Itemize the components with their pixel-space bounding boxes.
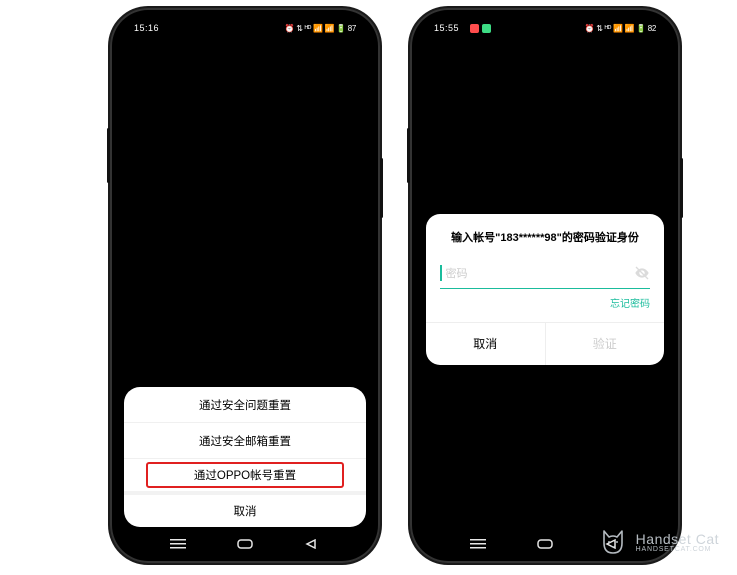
nav-home-icon[interactable] (536, 539, 554, 549)
camera-cutout (520, 24, 570, 36)
status-time: 15:16 (134, 23, 159, 33)
dialog-title: 输入帐号"183******98"的密码验证身份 (440, 230, 650, 259)
password-input[interactable]: 密码 (440, 259, 650, 289)
phone-screen-left: 15:16 ⏰ ⇅ ᴴᴰ 📶 📶 🔋 87 通过安全问题重置 通过安全邮箱重置 … (116, 14, 374, 557)
reset-via-security-email[interactable]: 通过安全邮箱重置 (124, 423, 366, 459)
camera-cutout (220, 24, 270, 36)
phone-mockup-right: 15:55 ⏰ ⇅ ᴴᴰ 📶 📶 🔋 82 输入帐号"183******98"的… (410, 8, 680, 563)
watermark-title: Handset Cat (636, 532, 719, 546)
reset-options-sheet: 通过安全问题重置 通过安全邮箱重置 通过OPPO帐号重置 取消 (124, 387, 366, 527)
password-placeholder: 密码 (446, 265, 635, 281)
forgot-password-link[interactable]: 忘记密码 (610, 295, 650, 310)
recording-indicator (470, 24, 491, 33)
status-indicators: ⏰ ⇅ ᴴᴰ 📶 📶 🔋 82 (585, 24, 656, 33)
watermark: Handset Cat HANDSETCAT.COM (598, 527, 719, 557)
rec-dot-red-icon (470, 24, 479, 33)
nav-recent-icon[interactable] (169, 539, 187, 549)
toggle-password-visibility-icon[interactable] (634, 265, 650, 281)
status-bar: 15:16 ⏰ ⇅ ᴴᴰ 📶 📶 🔋 87 (116, 14, 374, 42)
dialog-confirm-button[interactable]: 验证 (546, 323, 665, 365)
phone-mockup-left: 15:16 ⏰ ⇅ ᴴᴰ 📶 📶 🔋 87 通过安全问题重置 通过安全邮箱重置 … (110, 8, 380, 563)
text-cursor (440, 265, 442, 281)
status-time: 15:55 (434, 23, 459, 33)
sheet-cancel-button[interactable]: 取消 (124, 491, 366, 527)
nav-home-icon[interactable] (236, 539, 254, 549)
reset-via-oppo-account[interactable]: 通过OPPO帐号重置 (146, 462, 344, 488)
nav-bar (116, 531, 374, 557)
status-indicators: ⏰ ⇅ ᴴᴰ 📶 📶 🔋 87 (285, 24, 356, 33)
nav-back-icon[interactable] (303, 539, 321, 549)
watermark-cat-icon (598, 527, 628, 557)
dialog-actions: 取消 验证 (426, 322, 664, 365)
reset-via-security-question[interactable]: 通过安全问题重置 (124, 387, 366, 423)
rec-dot-green-icon (482, 24, 491, 33)
phone-screen-right: 15:55 ⏰ ⇅ ᴴᴰ 📶 📶 🔋 82 输入帐号"183******98"的… (416, 14, 674, 557)
password-verify-dialog: 输入帐号"183******98"的密码验证身份 密码 忘记密码 取消 验证 (426, 214, 664, 365)
nav-recent-icon[interactable] (469, 539, 487, 549)
status-bar: 15:55 ⏰ ⇅ ᴴᴰ 📶 📶 🔋 82 (416, 14, 674, 42)
dialog-cancel-button[interactable]: 取消 (426, 323, 546, 365)
watermark-subtitle: HANDSETCAT.COM (636, 546, 719, 553)
